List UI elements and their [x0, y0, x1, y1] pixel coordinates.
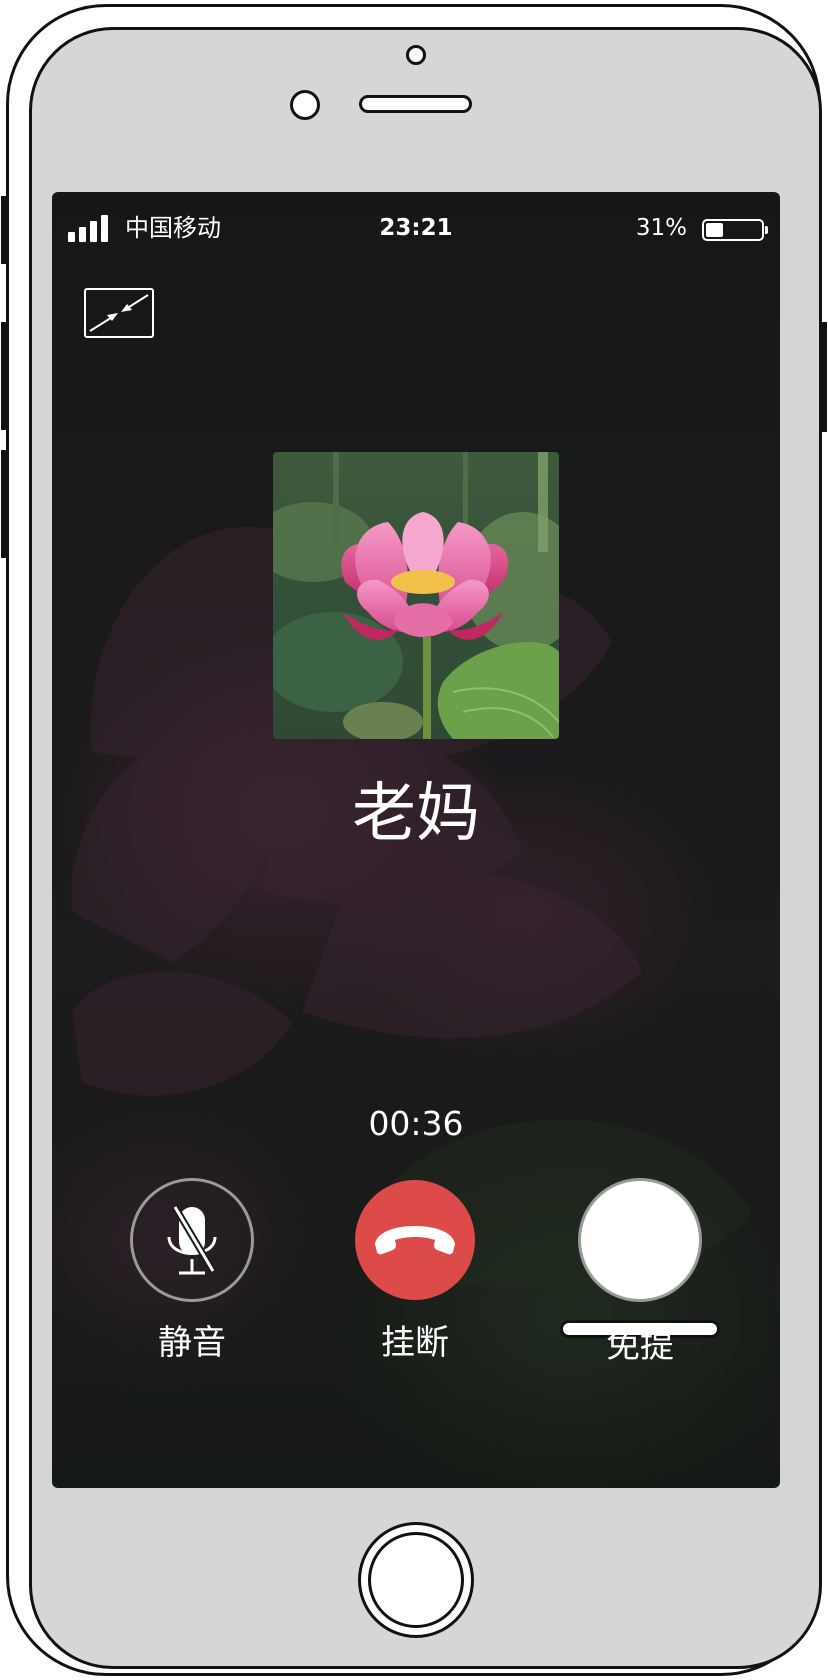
- proximity-sensor: [290, 90, 320, 120]
- battery-icon: [702, 219, 768, 241]
- home-button[interactable]: [358, 1522, 474, 1638]
- battery-percentage: 31%: [635, 215, 687, 241]
- volume-up-button: [1, 322, 7, 430]
- battery-level-fill: [706, 223, 723, 237]
- home-button-ring: [368, 1532, 464, 1628]
- microphone-off-icon: [167, 1205, 217, 1275]
- hangup-label: 挂断: [381, 1323, 449, 1363]
- volume-down-button: [1, 450, 7, 558]
- speaker-label: 免提: [560, 1320, 720, 1366]
- phone-hangup-icon: [375, 1226, 455, 1255]
- call-screen: 中国移动 23:21 31% 老妈 00:36 静音 挂断 免提: [52, 192, 780, 1488]
- mute-button[interactable]: [130, 1178, 254, 1302]
- front-camera: [406, 45, 426, 65]
- call-duration: 00:36: [368, 1104, 464, 1143]
- caller-name: 老妈: [352, 777, 480, 851]
- hangup-button[interactable]: [355, 1180, 475, 1300]
- earpiece-speaker: [359, 95, 472, 113]
- minimize-arrows-icon: [89, 294, 149, 332]
- speaker-volume-icon: [607, 1213, 672, 1267]
- lotus-photo: [273, 452, 559, 739]
- speaker-button[interactable]: [578, 1178, 702, 1302]
- mute-label: 静音: [158, 1323, 226, 1363]
- mute-switch: [1, 196, 7, 264]
- status-bar: 中国移动 23:21 31%: [52, 192, 780, 272]
- minimize-call-button[interactable]: [84, 288, 154, 338]
- caller-avatar: [273, 452, 559, 739]
- power-button: [821, 322, 827, 432]
